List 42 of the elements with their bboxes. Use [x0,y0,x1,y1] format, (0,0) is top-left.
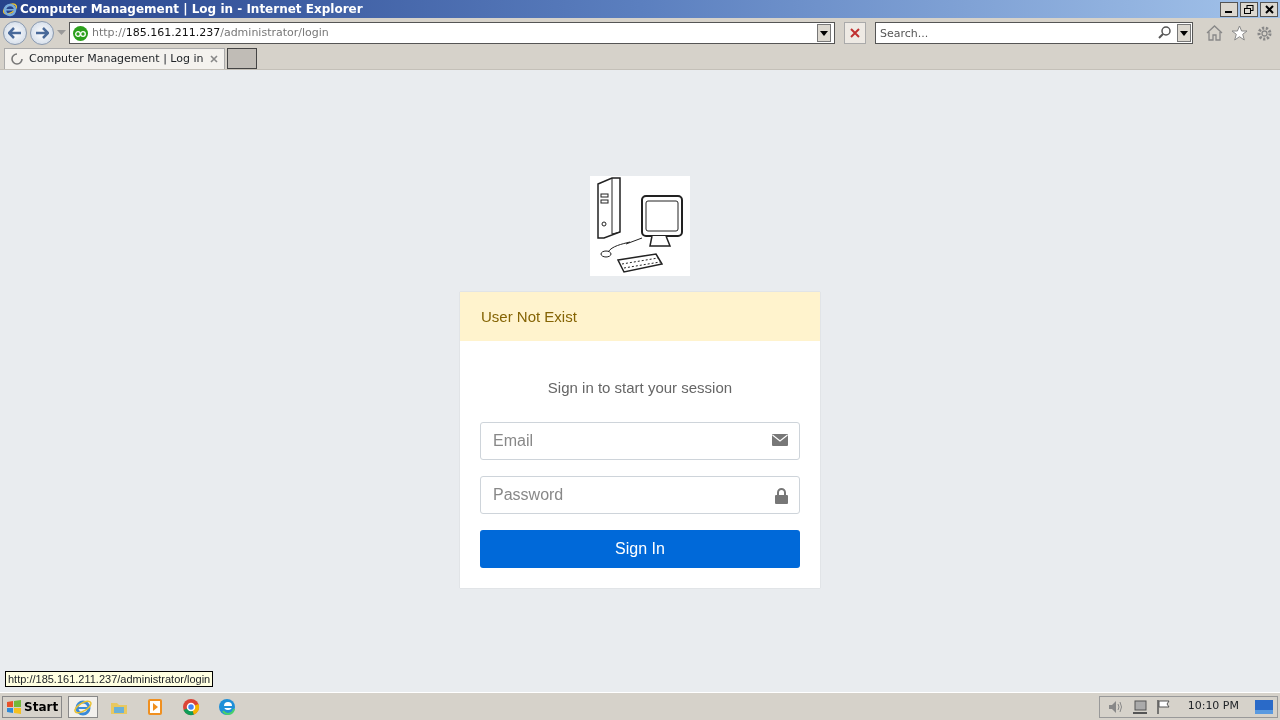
back-arrow-icon [8,27,22,39]
flag-icon[interactable] [1155,699,1172,714]
site-icon [73,25,88,41]
search-dropdown-button[interactable] [1177,24,1191,42]
restore-button[interactable] [1240,1,1258,17]
stop-button[interactable] [844,22,866,44]
forward-button[interactable] [30,21,54,45]
password-field[interactable]: Password [480,475,800,514]
edge-icon [217,696,238,717]
minimize-button[interactable] [1220,1,1238,17]
browser-icon [2,1,18,17]
close-tab-icon[interactable] [209,55,218,63]
restore-icon [1244,4,1254,14]
network-icon[interactable] [1131,699,1148,714]
window-title: Computer Management | Log in - Internet Explorer [20,1,363,18]
start-button[interactable]: Start [2,695,63,718]
forward-arrow-icon [35,27,49,39]
url-text: http://185.161.211.237/administrator/login [92,24,329,41]
browser-tab[interactable]: Computer Management | Log in [4,48,225,69]
back-button[interactable] [3,21,27,45]
clock: 10:10 PM [1187,698,1239,715]
status-link-tooltip: http://185.161.211.237/administrator/login [5,671,214,687]
search-field[interactable]: Search... [875,22,1193,44]
close-button[interactable] [1260,1,1278,17]
address-field[interactable]: http://185.161.211.237/administrator/login [69,22,835,44]
taskbar-button[interactable] [68,695,99,718]
close-icon [1264,4,1274,14]
search-icon[interactable] [1158,26,1171,39]
close-icon [850,28,860,38]
desktop-icon[interactable] [1255,699,1273,714]
sign-in-button[interactable]: Sign In [480,529,800,568]
login-message: Sign in to start your session [546,378,734,398]
warning-alert: User Not Exist [460,292,820,341]
address-dropdown-button[interactable] [817,24,831,42]
caret-icon [1180,30,1188,36]
chrome-icon [181,696,202,717]
new-tab-button[interactable] [226,48,257,69]
lock-icon [775,487,788,504]
star-icon[interactable] [1231,24,1248,41]
windows-logo-icon [6,699,22,714]
email-field[interactable]: Email [480,421,800,460]
caret-icon [820,30,828,36]
